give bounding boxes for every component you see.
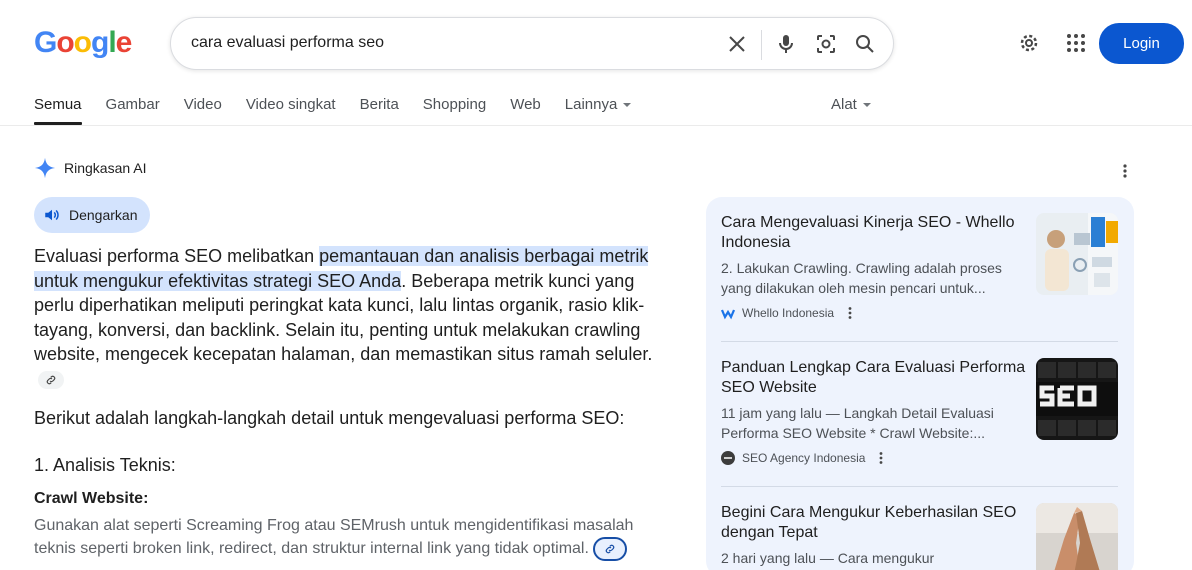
sources-panel: Cara Mengevaluasi Kinerja SEO - Whello I… xyxy=(706,197,1134,570)
source-divider xyxy=(721,486,1118,487)
step-heading: 1. Analisis Teknis: xyxy=(34,455,176,475)
source-title[interactable]: Cara Mengevaluasi Kinerja SEO - Whello I… xyxy=(721,213,1026,253)
source-title[interactable]: Panduan Lengkap Cara Evaluasi Performa S… xyxy=(721,358,1026,398)
logo-letter-e: e xyxy=(115,26,133,59)
ai-overview-intro: Berikut adalah langkah-langkah detail un… xyxy=(34,408,625,428)
apps-grid-icon[interactable] xyxy=(1064,31,1088,55)
speaker-icon xyxy=(45,209,59,221)
more-options-icon[interactable] xyxy=(875,451,887,465)
listen-button[interactable]: Dengarkan xyxy=(34,197,150,233)
ai-overview-title: Ringkasan AI xyxy=(64,160,147,176)
google-logo[interactable]: Google xyxy=(34,26,133,60)
source-title[interactable]: Begini Cara Mengukur Keberhasilan SEO de… xyxy=(721,503,1026,543)
microphone-icon[interactable] xyxy=(774,32,798,56)
source-meta: Whello Indonesia xyxy=(721,306,1118,320)
search-tabs: Semua Gambar Video Video singkat Berita … xyxy=(34,96,655,125)
caret-down-icon xyxy=(623,103,632,108)
gemini-sparkle-icon xyxy=(34,157,56,179)
step-text-body: Gunakan alat seperti Screaming Frog atau… xyxy=(34,517,634,558)
settings-gear-icon[interactable] xyxy=(1017,31,1041,55)
whello-favicon-icon xyxy=(721,309,735,320)
caret-down-icon xyxy=(862,103,871,108)
tab-video-singkat[interactable]: Video singkat xyxy=(246,96,336,125)
source-card[interactable]: Panduan Lengkap Cara Evaluasi Performa S… xyxy=(721,358,1118,465)
seo-illustration-image xyxy=(1036,213,1118,295)
listen-label: Dengarkan xyxy=(69,207,138,223)
tab-semua[interactable]: Semua xyxy=(34,96,82,125)
summary-start: Evaluasi performa SEO melibatkan xyxy=(34,246,320,266)
more-options-icon[interactable] xyxy=(1116,162,1134,180)
lens-icon[interactable] xyxy=(814,32,838,56)
source-site: Whello Indonesia xyxy=(742,306,835,320)
tab-video[interactable]: Video xyxy=(184,96,222,125)
header-divider xyxy=(0,125,1192,126)
source-snippet: 2. Lakukan Crawling. Crawling adalah pro… xyxy=(721,260,1002,296)
search-input[interactable]: cara evaluasi performa seo xyxy=(191,34,384,52)
tab-gambar[interactable]: Gambar xyxy=(106,96,160,125)
high-five-hands-image xyxy=(1036,503,1118,570)
tab-web[interactable]: Web xyxy=(510,96,541,125)
seo-keycaps-image xyxy=(1036,358,1118,440)
citation-link-button[interactable] xyxy=(38,370,64,389)
source-card[interactable]: Cara Mengevaluasi Kinerja SEO - Whello I… xyxy=(721,213,1118,320)
source-site: SEO Agency Indonesia xyxy=(742,451,866,465)
search-divider xyxy=(761,30,762,60)
tab-lainnya-label: Lainnya xyxy=(564,96,618,113)
seo-agency-favicon-icon xyxy=(721,451,735,465)
ai-overview-header: Ringkasan AI xyxy=(34,157,147,179)
search-icon[interactable] xyxy=(853,32,877,56)
source-thumbnail[interactable] xyxy=(1036,213,1118,295)
logo-letter-g: G xyxy=(34,26,57,59)
tab-berita[interactable]: Berita xyxy=(360,96,399,125)
step-text: Gunakan alat seperti Screaming Frog atau… xyxy=(34,515,674,561)
ai-overview-summary: Evaluasi performa SEO melibatkan pemanta… xyxy=(34,244,664,391)
more-options-icon[interactable] xyxy=(844,306,856,320)
login-button[interactable]: Login xyxy=(1099,23,1184,64)
source-snippet: 11 jam yang lalu — Langkah Detail Evalua… xyxy=(721,405,994,441)
link-icon xyxy=(46,375,56,385)
tools-button[interactable]: Alat xyxy=(831,96,871,113)
source-meta: SEO Agency Indonesia xyxy=(721,451,1118,465)
link-icon xyxy=(605,544,615,554)
tools-label: Alat xyxy=(831,96,857,113)
search-box[interactable]: cara evaluasi performa seo xyxy=(170,17,894,70)
source-divider xyxy=(721,341,1118,342)
logo-letter-g2: g xyxy=(91,26,109,59)
source-snippet: 2 hari yang lalu — Cara mengukur keberha… xyxy=(721,550,935,566)
source-thumbnail[interactable] xyxy=(1036,358,1118,440)
tab-shopping[interactable]: Shopping xyxy=(423,96,486,125)
citation-link-button[interactable] xyxy=(592,537,627,561)
clear-icon[interactable] xyxy=(725,32,749,56)
logo-letter-o2: o xyxy=(73,26,92,59)
source-thumbnail[interactable] xyxy=(1036,503,1118,570)
logo-letter-o1: o xyxy=(56,26,74,59)
logo-letter-l: l xyxy=(108,26,116,59)
tab-lainnya[interactable]: Lainnya xyxy=(565,96,632,125)
step-subheading: Crawl Website: xyxy=(34,490,149,507)
source-card[interactable]: Begini Cara Mengukur Keberhasilan SEO de… xyxy=(721,503,1118,570)
